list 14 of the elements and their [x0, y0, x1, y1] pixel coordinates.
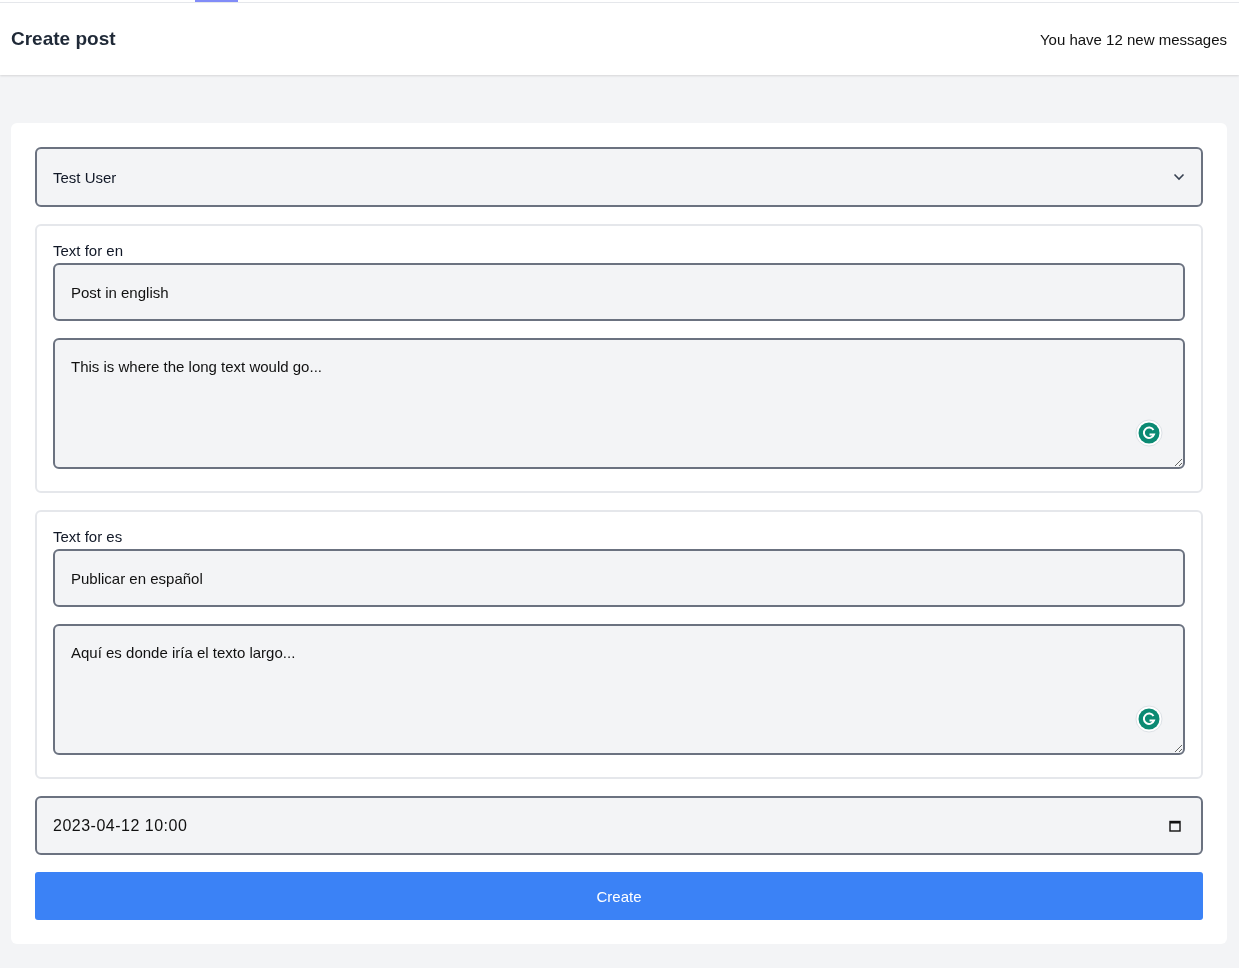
calendar-icon	[1169, 819, 1181, 832]
chevron-down-icon	[1173, 173, 1185, 181]
page-title: Create post	[11, 28, 116, 50]
body-textarea[interactable]: This is where the long text would go...	[53, 338, 1185, 469]
body-textarea[interactable]: Aquí es donde iría el texto largo...	[53, 624, 1185, 755]
section-label: Text for en	[53, 242, 125, 259]
datetime-field[interactable]: 2023-04-12 10:00	[35, 796, 1203, 855]
title-input[interactable]: Post in english	[53, 263, 1185, 321]
section-label: Text for es	[53, 528, 124, 545]
title-input[interactable]: Publicar en español	[53, 549, 1185, 607]
messages-notice: You have 12 new messages	[1039, 30, 1227, 48]
nav-indicator	[195, 0, 238, 2]
author-select[interactable]: Test User	[35, 147, 1203, 207]
create-button[interactable]: Create	[35, 872, 1203, 920]
